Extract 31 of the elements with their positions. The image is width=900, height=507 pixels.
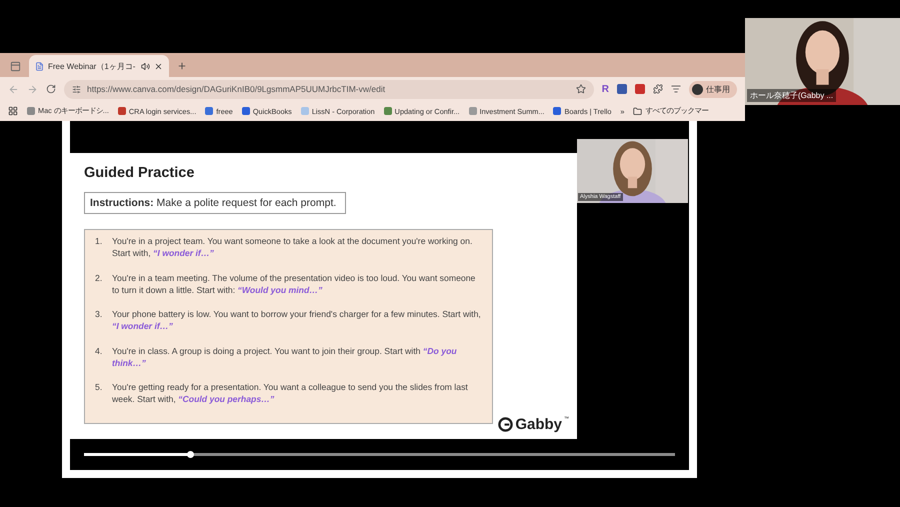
list-number: 4. [94,344,104,358]
prompt-text: You're in a project team. You want someone to take a look at the document you're working on. Start with, “I wonder if…” [112,235,474,259]
new-tab-icon[interactable] [177,61,187,71]
extensions-icon[interactable] [653,84,663,94]
prompt-text: You're getting ready for a presentation. You want a colleague to send you the slides from last week. Start with, “Could you perhaps…” [112,381,469,405]
profile-button[interactable]: 仕事用 [689,80,737,98]
progress-thumb[interactable] [187,451,194,458]
brand-name: Gabby [515,416,562,433]
speaker-icon[interactable] [141,62,150,70]
extension-icon[interactable]: R [602,84,609,94]
progress-track[interactable] [84,453,675,456]
bookmark-star-icon[interactable] [576,84,586,94]
list-number: 5. [94,381,104,394]
prompt-text: You're in a team meeting. The volume of the presentation video is too loud. You want someone to turn it down a little. Start with: “Would you mind…” [112,272,476,296]
prompt-text: Your phone battery is low. You want to borrow your friend's charger for a few minutes. Start with, “I wonder if…” [112,308,482,332]
tab-search-icon[interactable] [10,61,21,72]
close-icon[interactable] [154,62,163,70]
apps-icon[interactable] [8,106,18,116]
list-number: 2. [94,272,104,284]
reload-icon[interactable] [46,84,56,94]
list-number: 3. [94,308,104,321]
browser-tab[interactable]: Free Webinar（1ヶ月コ- [29,55,169,77]
folder-icon [633,106,642,116]
instructions-text: Instructions: Make a polite request for each prompt. [84,192,346,214]
prompt-text: You're in class. A group is doing a project. You want to join their group. Start with “Do you think…” [112,344,458,368]
site-settings-icon[interactable] [72,84,81,94]
list-number: 1. [94,235,104,248]
participant-name: ホール奈穂子(Gabby ... [747,89,836,102]
logo-icon [498,417,514,432]
slide-title: Guided Practice [84,165,196,181]
address-bar[interactable]: https://www.canva.com/design/DAGuriKnIB0/9LgsmmAP5UUMJrbcTIM-vw/edit [64,80,594,98]
